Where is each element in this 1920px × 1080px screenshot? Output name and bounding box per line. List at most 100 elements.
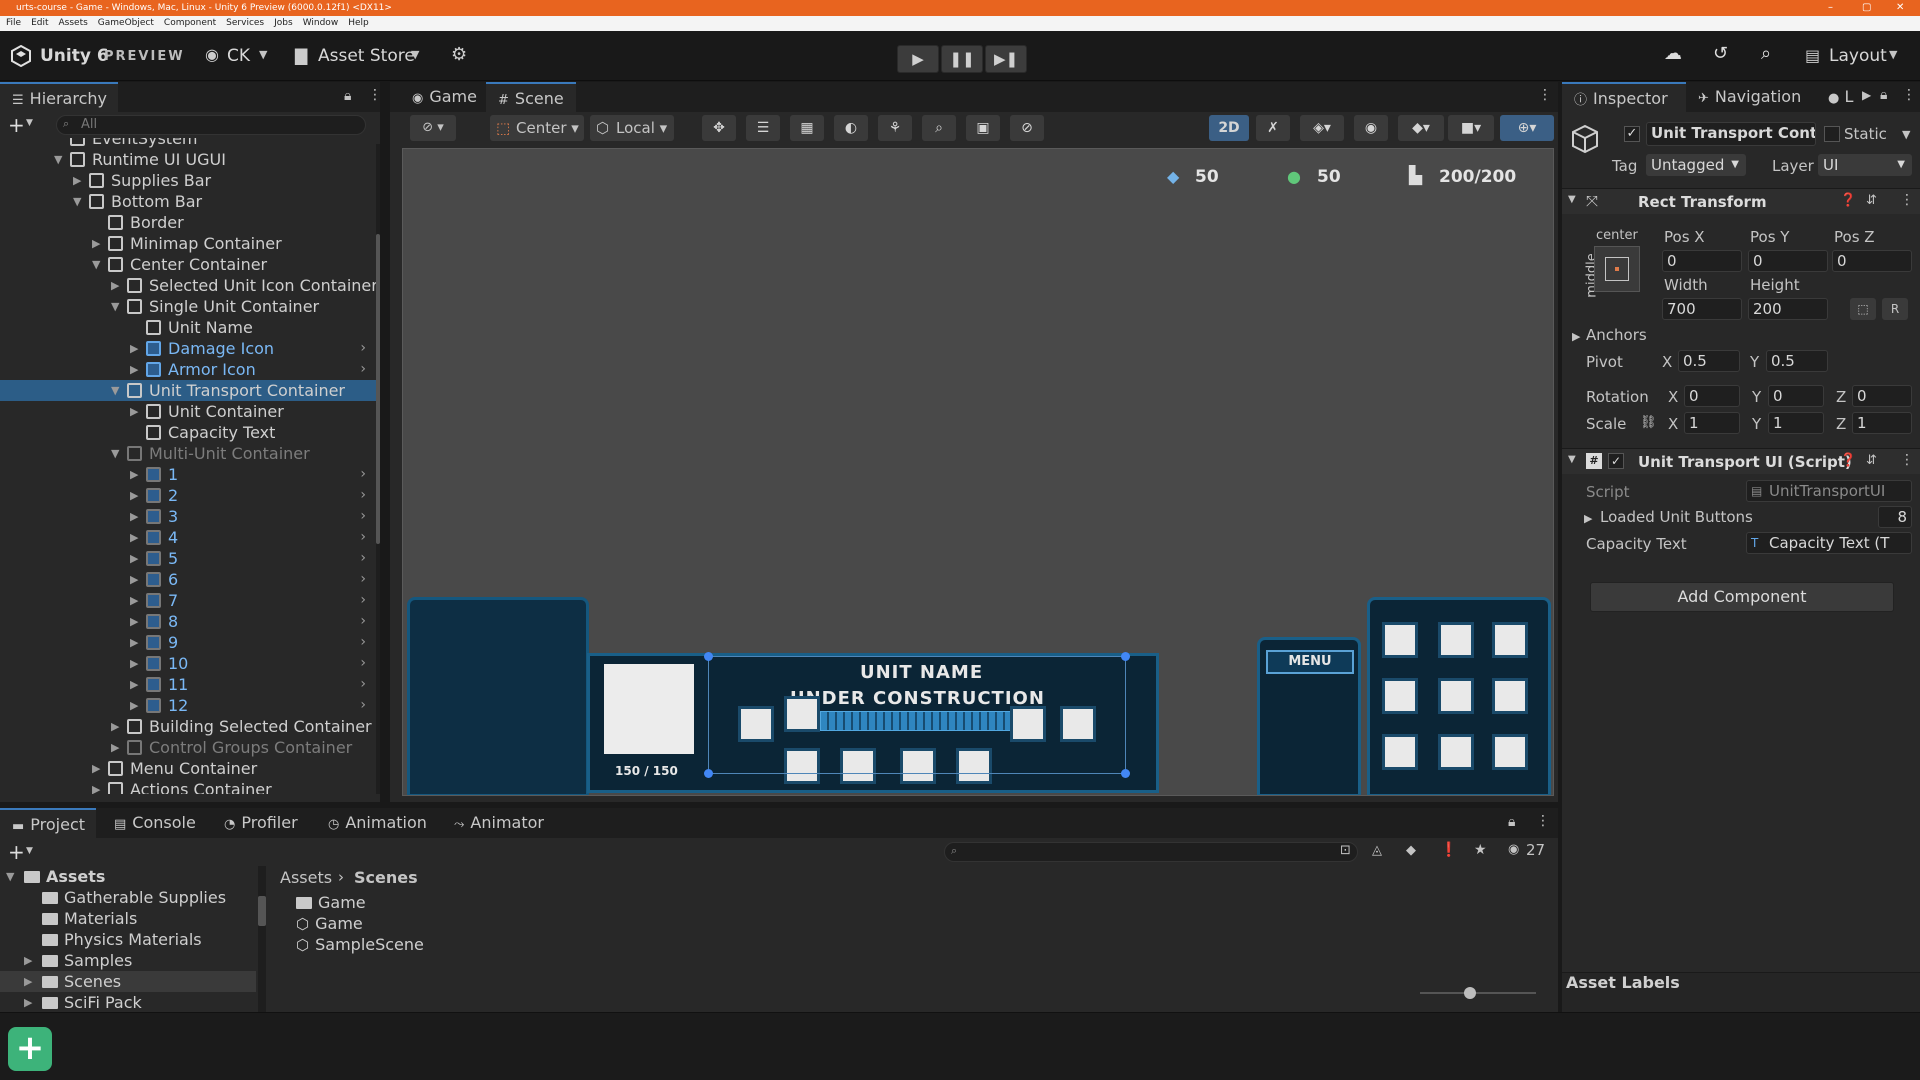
expand-arrow-right-icon[interactable]: ▶ <box>130 464 138 485</box>
tab-animation[interactable]: ◷ Animation <box>316 808 439 838</box>
project-search-input[interactable]: ⌕ <box>944 842 1358 862</box>
more-options-icon[interactable]: ⋮ <box>1902 87 1916 103</box>
action-slot[interactable] <box>1492 622 1528 658</box>
minimap-container[interactable] <box>407 597 589 795</box>
hierarchy-item[interactable]: ▶ Selected Unit Icon Container <box>0 275 376 296</box>
menu-gameobject[interactable]: GameObject <box>98 16 154 31</box>
search-scope-icon[interactable]: ⊡ <box>1340 843 1351 858</box>
tab-inspector[interactable]: ⓘ Inspector <box>1562 82 1686 112</box>
lock-icon[interactable]: 🔒︎ <box>1508 814 1515 830</box>
step-button[interactable]: ▶❚ <box>985 45 1027 73</box>
lock-icon[interactable]: 🔒︎ <box>344 88 351 104</box>
expand-arrow-down-icon[interactable]: ▼ <box>73 191 81 212</box>
layers-dropdown-icon[interactable]: ◆▾ <box>1398 115 1444 141</box>
hierarchy-item[interactable]: ▶ Minimap Container <box>0 233 376 254</box>
active-checkbox[interactable]: ✓ <box>1624 126 1640 142</box>
hierarchy-item[interactable]: ▶ 7 › <box>0 590 376 611</box>
expand-arrow-right-icon[interactable]: ▶ <box>130 485 138 506</box>
hierarchy-item[interactable]: Border <box>0 212 376 233</box>
menu-window[interactable]: Window <box>303 16 339 31</box>
pause-button[interactable]: ❚❚ <box>941 45 983 73</box>
layout-dropdown[interactable]: ▤ Layout ▼ <box>1805 44 1905 70</box>
menu-component[interactable]: Component <box>164 16 216 31</box>
menu-jobs[interactable]: Jobs <box>274 16 293 31</box>
expand-arrow-down-icon[interactable]: ▼ <box>111 296 119 317</box>
hierarchy-item[interactable]: ▶ Armor Icon › <box>0 359 376 380</box>
open-prefab-icon[interactable]: › <box>360 527 366 548</box>
expand-arrow-right-icon[interactable]: ▶ <box>92 758 100 779</box>
search-icon[interactable]: ⌕ <box>1761 43 1771 64</box>
expand-arrow-right-icon[interactable]: ▶ <box>130 611 138 632</box>
script-field[interactable]: ▤ UnitTransportUI <box>1746 480 1912 502</box>
expand-arrow-right-icon[interactable]: ▶ <box>130 653 138 674</box>
rot-x-field[interactable]: 0 <box>1684 385 1740 407</box>
layer-dropdown[interactable]: UI ▼ <box>1818 154 1912 176</box>
project-folder-item[interactable]: Materials <box>0 908 256 929</box>
more-options-icon[interactable]: ⋮ <box>1536 813 1550 829</box>
open-prefab-icon[interactable]: › <box>360 485 366 506</box>
action-slot[interactable] <box>1438 734 1474 770</box>
selection-rect[interactable] <box>704 652 1130 778</box>
action-slot[interactable] <box>1382 622 1418 658</box>
tab-animator[interactable]: ⤳ Animator <box>442 808 556 838</box>
add-icon[interactable]: + <box>8 113 25 137</box>
camera-tool-icon[interactable]: ▣ <box>966 115 1000 141</box>
project-folder-item[interactable]: Physics Materials <box>0 929 256 950</box>
hierarchy-search-input[interactable]: ⌕ All <box>56 115 366 135</box>
add-icon[interactable]: + <box>8 840 25 864</box>
hierarchy-item[interactable]: ▶ 3 › <box>0 506 376 527</box>
scale-z-field[interactable]: 1 <box>1852 412 1912 434</box>
expand-arrow-right-icon[interactable]: ▶ <box>130 590 138 611</box>
warning-icon[interactable]: ❗ <box>1440 842 1457 858</box>
scale-x-field[interactable]: 1 <box>1684 412 1740 434</box>
project-folder-item[interactable]: ▶ SciFi Pack <box>0 992 256 1012</box>
tab-hierarchy[interactable]: ☰ Hierarchy <box>0 82 118 112</box>
hierarchy-item[interactable]: ▶ Menu Container <box>0 758 376 779</box>
menu-edit[interactable]: Edit <box>31 16 48 31</box>
layers-icon[interactable]: ◈▾ <box>1300 115 1344 141</box>
more-options-icon[interactable]: ⋮ <box>1538 87 1552 103</box>
hierarchy-item[interactable]: ▶ Supplies Bar <box>0 170 376 191</box>
expand-arrow-right-icon[interactable]: ▶ <box>130 338 138 359</box>
hierarchy-item[interactable]: ▶ Actions Container <box>0 779 376 794</box>
hierarchy-item[interactable]: ▶ Building Selected Container <box>0 716 376 737</box>
action-slot[interactable] <box>1492 734 1528 770</box>
raw-edit-button[interactable]: R <box>1882 298 1908 320</box>
open-prefab-icon[interactable]: › <box>360 506 366 527</box>
width-field[interactable]: 700 <box>1662 298 1742 320</box>
expand-arrow-right-icon[interactable]: ▶ <box>24 971 32 992</box>
pivot-y-field[interactable]: 0.5 <box>1766 350 1828 372</box>
more-options-icon[interactable]: ⋮ <box>1900 452 1914 468</box>
hierarchy-item[interactable]: ▶ Unit Container <box>0 401 376 422</box>
hierarchy-item[interactable]: ▶ 2 › <box>0 485 376 506</box>
breadcrumb-assets[interactable]: Assets <box>280 868 332 887</box>
open-prefab-icon[interactable]: › <box>360 674 366 695</box>
gizmos-dropdown-icon[interactable]: ⊕▾ <box>1500 115 1554 141</box>
hierarchy-item[interactable]: ▶ 1 › <box>0 464 376 485</box>
zoom-tool-icon[interactable]: ⌕ <box>922 115 956 141</box>
project-folder-item[interactable]: ▼ Assets <box>0 866 256 887</box>
project-file-item[interactable]: ⬡ SampleScene <box>296 934 424 955</box>
chevron-down-icon[interactable]: ▼ <box>26 846 33 856</box>
hand-tool-dropdown[interactable]: ⊘ ▾ <box>410 115 456 141</box>
hierarchy-item[interactable]: ▶ 12 › <box>0 695 376 716</box>
chevron-down-icon[interactable]: ▼ <box>26 118 33 128</box>
minimize-button[interactable]: – <box>1828 0 1833 16</box>
preset-icon[interactable]: ⇵ <box>1866 453 1877 468</box>
expand-arrow-right-icon[interactable]: ▶ <box>130 527 138 548</box>
lighting-toggle-icon[interactable]: ✗ <box>1256 115 1290 141</box>
hidden-packages-icon[interactable]: ◉ <box>1508 842 1519 857</box>
project-folder-item[interactable]: Gatherable Supplies <box>0 887 256 908</box>
action-slot[interactable] <box>1438 622 1474 658</box>
open-prefab-icon[interactable]: › <box>360 590 366 611</box>
expand-arrow-right-icon[interactable]: ▶ <box>111 737 119 758</box>
visibility-icon[interactable]: ◉ <box>1354 115 1388 141</box>
center-container[interactable]: 150 / 150 UNIT NAME UNDER CONSTRUCTION <box>587 652 1159 793</box>
account-dropdown[interactable]: ◉ CK ▼ <box>203 44 273 70</box>
transform-tool-icon[interactable]: ⚘ <box>878 115 912 141</box>
help-icon[interactable]: ❓ <box>1840 193 1856 208</box>
expand-arrow-right-icon[interactable]: ▶ <box>111 275 119 296</box>
hierarchy-item[interactable]: Unit Name <box>0 317 376 338</box>
tab-navigation[interactable]: ✈ Navigation <box>1686 82 1813 112</box>
add-badge-icon[interactable]: + <box>8 1027 52 1071</box>
